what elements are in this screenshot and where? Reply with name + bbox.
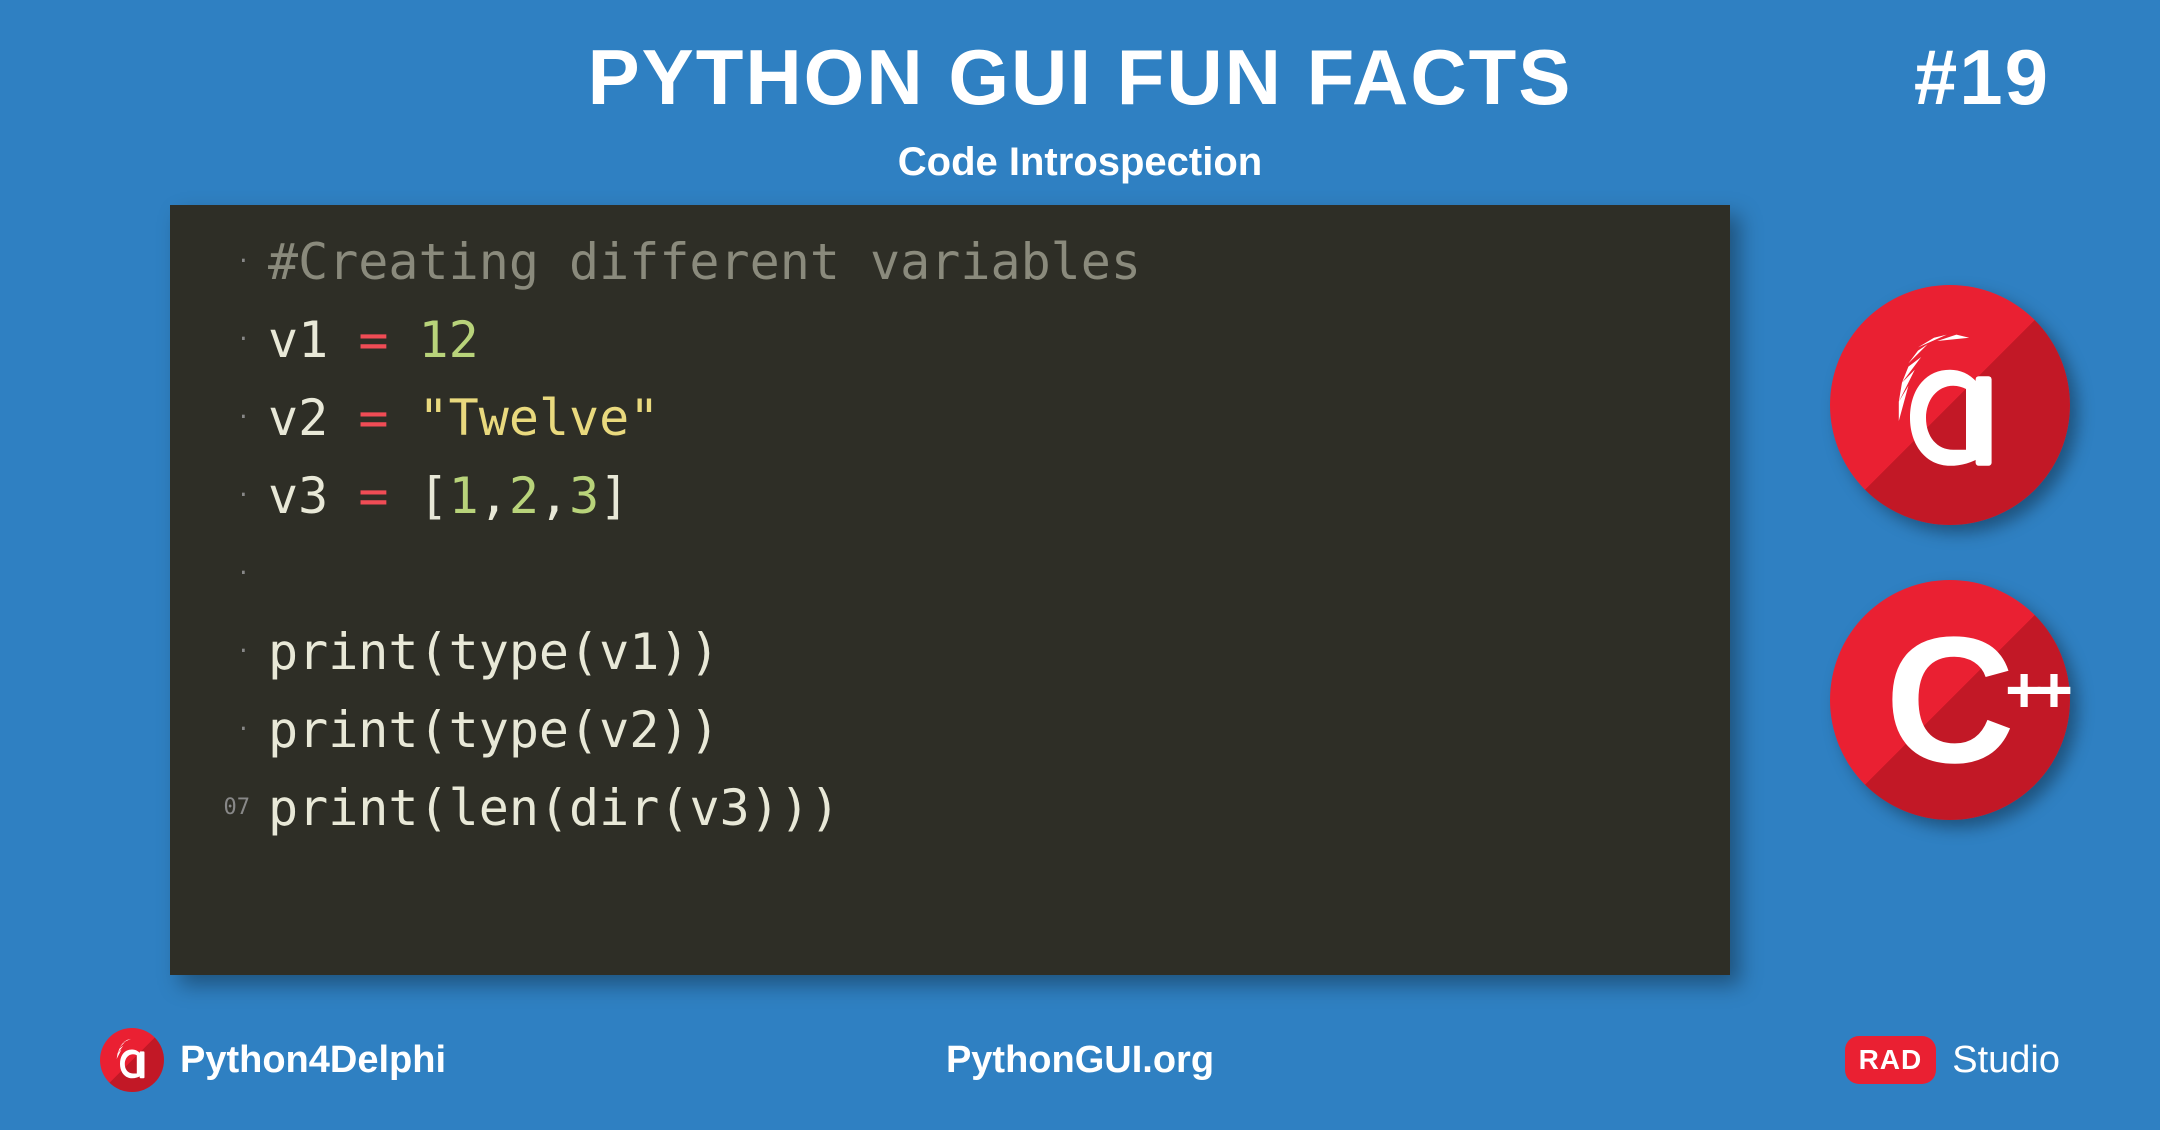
code-text: print(len(dir(v3))) (268, 769, 840, 847)
code-text: v1 = 12 (268, 301, 479, 379)
code-text: v3 = [1,2,3] (268, 457, 629, 535)
gutter: 07 (170, 769, 268, 847)
rad-badge: RAD (1845, 1036, 1937, 1084)
gutter: · (170, 691, 268, 769)
footer-right: RAD Studio (1845, 1036, 2060, 1084)
studio-label: Studio (1952, 1039, 2060, 1082)
code-text: #Creating different variables (268, 223, 1141, 301)
gutter: · (170, 535, 268, 613)
gutter: · (170, 457, 268, 535)
python4delphi-label: Python4Delphi (180, 1039, 446, 1082)
code-line: ·v1 = 12 (170, 301, 1730, 379)
page-title: PYTHON GUI FUN FACTS (0, 32, 2160, 123)
cpp-logo-icon: C++ (1830, 580, 2070, 820)
code-line: ·v2 = "Twelve" (170, 379, 1730, 457)
code-text: print(type(v1)) (268, 613, 720, 691)
gutter: · (170, 613, 268, 691)
gutter: · (170, 379, 268, 457)
cpp-pp: ++ (2005, 652, 2065, 727)
code-line: ·v3 = [1,2,3] (170, 457, 1730, 535)
code-block: ·#Creating different variables·v1 = 12·v… (170, 205, 1730, 975)
subtitle: Code Introspection (0, 140, 2160, 185)
code-line: 07print(len(dir(v3))) (170, 769, 1730, 847)
footer: Python4Delphi PythonGUI.org RAD Studio (0, 1028, 2160, 1092)
code-text: print(type(v2)) (268, 691, 720, 769)
code-line: ·print(type(v1)) (170, 613, 1730, 691)
code-line: · (170, 535, 1730, 613)
code-line: ·print(type(v2)) (170, 691, 1730, 769)
cpp-c: C (1885, 600, 2015, 801)
code-text: v2 = "Twelve" (268, 379, 659, 457)
python4delphi-icon (100, 1028, 164, 1092)
issue-number: #19 (1914, 32, 2050, 123)
gutter: · (170, 301, 268, 379)
footer-left: Python4Delphi (100, 1028, 446, 1092)
gutter: · (170, 223, 268, 301)
delphi-logo-icon (1830, 285, 2070, 525)
code-line: ·#Creating different variables (170, 223, 1730, 301)
